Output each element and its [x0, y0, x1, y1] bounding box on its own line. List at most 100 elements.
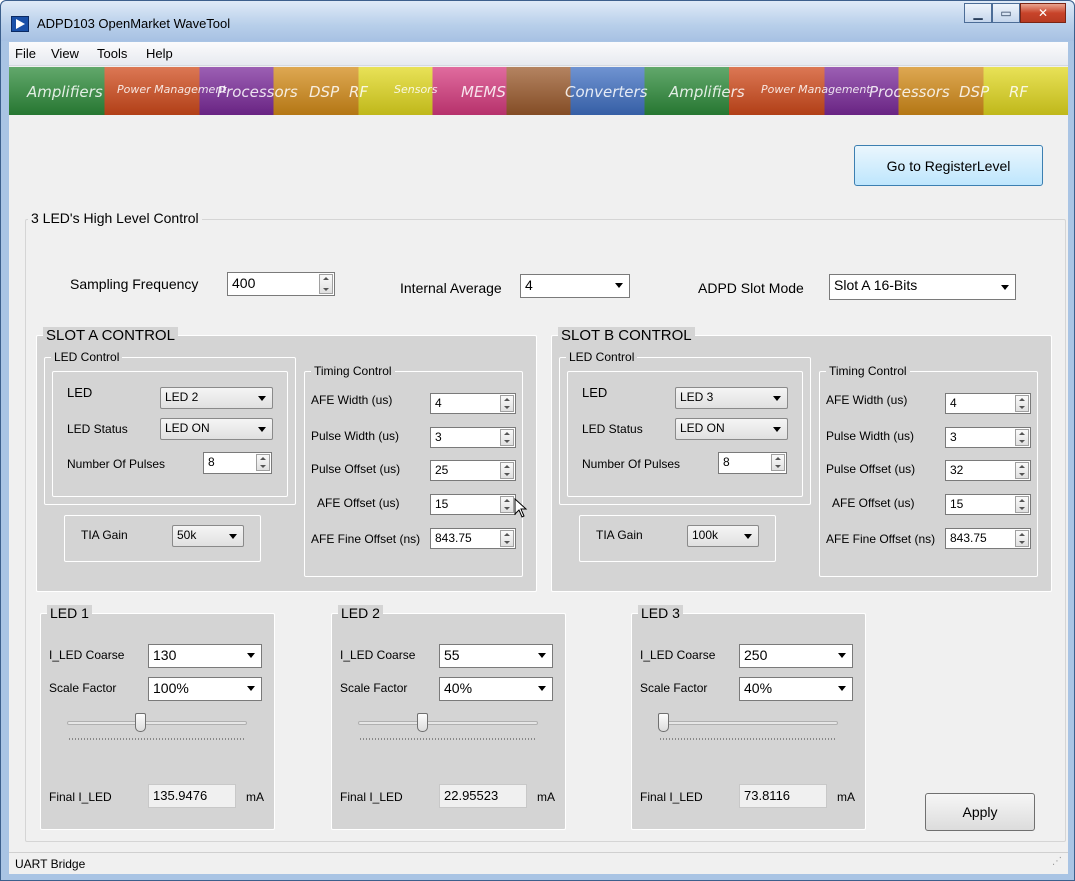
- slot-a-tia-label: TIA Gain: [81, 528, 128, 542]
- slot-a-timing-group: Timing Control AFE Width (us) 4 Pulse Wi…: [304, 364, 523, 577]
- apply-button[interactable]: Apply: [925, 793, 1035, 831]
- led3-scale-value: 40%: [744, 680, 773, 696]
- slot-a-afe-width-spinner[interactable]: 4: [430, 393, 516, 414]
- slot-a-tia-select[interactable]: 50k: [172, 525, 244, 547]
- led1-coarse-label: I_LED Coarse: [49, 648, 125, 662]
- banner-word: DSP: [959, 83, 990, 101]
- slot-a-led-value: LED 2: [165, 390, 199, 404]
- menu-tools[interactable]: Tools: [97, 46, 127, 61]
- slot-a-pulse-width-spinner[interactable]: 3: [430, 427, 516, 448]
- led3-unit: mA: [837, 790, 855, 804]
- slot-a-pulse-offset-spinner[interactable]: 25: [430, 460, 516, 481]
- led3-coarse-value: 250: [744, 647, 768, 663]
- led3-slider-thumb[interactable]: [658, 713, 669, 732]
- status-text: UART Bridge: [15, 857, 86, 871]
- slot-b-afe-width-spinner[interactable]: 4: [945, 393, 1031, 414]
- slot-b-afe-offset-spinner[interactable]: 15: [945, 494, 1031, 515]
- go-to-register-level-button[interactable]: Go to RegisterLevel: [854, 145, 1043, 186]
- led2-coarse-select[interactable]: 55: [439, 644, 553, 668]
- led3-coarse-select[interactable]: 250: [739, 644, 853, 668]
- led1-coarse-select[interactable]: 130: [148, 644, 262, 668]
- slot-mode-select[interactable]: Slot A 16-Bits: [829, 274, 1016, 300]
- sampling-frequency-spinner[interactable]: 400: [227, 272, 335, 296]
- slot-b-afe-fine-value: 843.75: [950, 531, 987, 545]
- led1-slider-thumb[interactable]: [134, 713, 146, 732]
- led2-final-value: 22.95523: [439, 784, 527, 808]
- led2-scale-select[interactable]: 40%: [439, 677, 553, 701]
- slot-mode-label: ADPD Slot Mode: [698, 280, 804, 296]
- slot-a-afe-fine-spinner[interactable]: 843.75: [430, 528, 516, 549]
- spinner-arrows-icon[interactable]: [1015, 429, 1029, 446]
- led3-slider-ticks: [660, 738, 836, 740]
- slot-b-led-label: LED: [582, 385, 608, 400]
- slot-b-pulse-offset-spinner[interactable]: 32: [945, 460, 1031, 481]
- sampling-frequency-label: Sampling Frequency: [70, 276, 199, 292]
- slot-a-pulses-value: 8: [208, 455, 215, 469]
- spinner-arrows-icon[interactable]: [500, 395, 514, 412]
- led3-slider-track[interactable]: [658, 721, 838, 725]
- banner-word: Power Management: [117, 83, 227, 96]
- slot-a-led-select[interactable]: LED 2: [160, 387, 273, 409]
- led2-slider-thumb[interactable]: [417, 713, 429, 732]
- chevron-down-icon: [838, 686, 846, 691]
- spinner-arrows-icon[interactable]: [319, 274, 333, 294]
- slot-a-control-group: SLOT A CONTROL LED Control LED LED 2 LED…: [36, 327, 537, 592]
- slot-a-led-status-select[interactable]: LED ON: [160, 418, 273, 440]
- resize-grip-icon[interactable]: ⋰: [1052, 856, 1062, 867]
- client-area: File View Tools Help Amplifiers Power Ma…: [9, 42, 1068, 874]
- slot-b-pulses-spinner[interactable]: 8: [718, 452, 787, 474]
- slot-a-afe-offset-label: AFE Offset (us): [317, 496, 400, 510]
- slot-b-led-control-title: LED Control: [566, 350, 638, 364]
- slot-b-timing-title: Timing Control: [826, 364, 910, 378]
- slot-a-pulses-label: Number Of Pulses: [67, 457, 166, 471]
- slot-b-led-status-select[interactable]: LED ON: [675, 418, 788, 440]
- spinner-arrows-icon[interactable]: [1015, 462, 1029, 479]
- spinner-arrows-icon[interactable]: [256, 454, 270, 471]
- window-title: ADPD103 OpenMarket WaveTool: [37, 16, 231, 31]
- menu-view[interactable]: View: [51, 46, 79, 61]
- led1-final-label: Final I_LED: [49, 790, 112, 804]
- spinner-arrows-icon[interactable]: [771, 454, 785, 471]
- led1-group: LED 1 I_LED Coarse 130 Scale Factor 100%…: [40, 605, 275, 830]
- chevron-down-icon: [773, 396, 781, 401]
- slot-a-afe-width-label: AFE Width (us): [311, 393, 393, 407]
- chevron-down-icon: [1001, 285, 1009, 290]
- banner-word: Amplifiers: [27, 83, 103, 101]
- slot-b-timing-group: Timing Control AFE Width (us) 4 Pulse Wi…: [819, 364, 1038, 577]
- minimize-icon[interactable]: ▁: [964, 3, 992, 23]
- spinner-arrows-icon[interactable]: [500, 530, 514, 547]
- menu-file[interactable]: File: [15, 46, 36, 61]
- slot-b-pulses-value: 8: [723, 455, 730, 469]
- slot-b-led-status-label: LED Status: [582, 422, 643, 436]
- title-bar: ADPD103 OpenMarket WaveTool ▁ ▭ ✕: [1, 1, 1074, 41]
- menu-help[interactable]: Help: [146, 46, 173, 61]
- spinner-arrows-icon[interactable]: [500, 462, 514, 479]
- slot-b-led-select[interactable]: LED 3: [675, 387, 788, 409]
- slot-a-pulses-spinner[interactable]: 8: [203, 452, 272, 474]
- slot-b-pulse-offset-label: Pulse Offset (us): [826, 462, 916, 476]
- slot-a-afe-offset-spinner[interactable]: 15: [430, 494, 516, 515]
- close-icon[interactable]: ✕: [1020, 3, 1066, 23]
- led2-slider-track[interactable]: [358, 721, 538, 725]
- led1-slider-ticks: [69, 738, 245, 740]
- slot-b-led-status-value: LED ON: [680, 421, 725, 435]
- led1-scale-label: Scale Factor: [49, 681, 117, 695]
- led3-scale-select[interactable]: 40%: [739, 677, 853, 701]
- chevron-down-icon: [838, 653, 846, 658]
- led1-final-value: 135.9476: [148, 784, 236, 808]
- spinner-arrows-icon[interactable]: [1015, 395, 1029, 412]
- led1-scale-select[interactable]: 100%: [148, 677, 262, 701]
- slot-b-pulse-width-label: Pulse Width (us): [826, 429, 915, 443]
- spinner-arrows-icon[interactable]: [500, 429, 514, 446]
- slot-b-afe-fine-spinner[interactable]: 843.75: [945, 528, 1031, 549]
- maximize-icon[interactable]: ▭: [992, 3, 1020, 23]
- chevron-down-icon: [247, 686, 255, 691]
- slot-b-tia-select[interactable]: 100k: [687, 525, 759, 547]
- internal-average-select[interactable]: 4: [520, 274, 630, 298]
- spinner-arrows-icon[interactable]: [500, 496, 514, 513]
- spinner-arrows-icon[interactable]: [1015, 496, 1029, 513]
- spinner-arrows-icon[interactable]: [1015, 530, 1029, 547]
- led1-slider-track[interactable]: [67, 721, 247, 725]
- slot-b-pulse-width-spinner[interactable]: 3: [945, 427, 1031, 448]
- slot-a-pulse-width-value: 3: [435, 430, 442, 444]
